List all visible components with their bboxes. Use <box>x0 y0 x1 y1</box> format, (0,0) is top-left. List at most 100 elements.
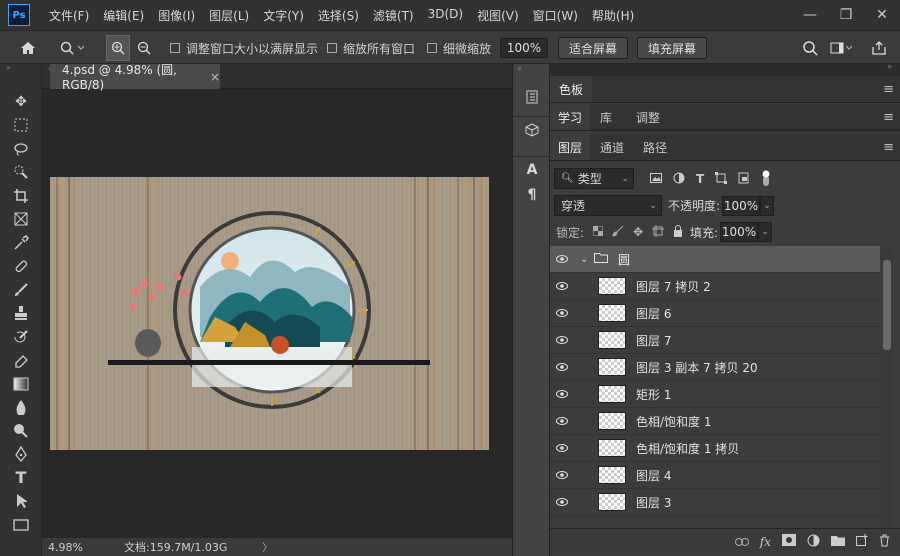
add-mask-icon[interactable] <box>782 534 796 549</box>
menu-item[interactable]: 选择(S) <box>311 7 366 24</box>
search-icon[interactable] <box>802 31 818 65</box>
fill-screen-button[interactable]: 填充屏幕 <box>637 37 708 59</box>
lock-all-icon[interactable] <box>673 224 683 240</box>
minimize-button[interactable]: — <box>792 0 828 30</box>
group-layer-row[interactable]: ⌄ 圆 <box>550 246 880 273</box>
tab-learn[interactable]: 学习 <box>550 104 590 130</box>
pen-tool-icon[interactable] <box>0 443 42 467</box>
menu-item[interactable]: 图像(I) <box>151 7 202 24</box>
zoom-percent-field[interactable]: 100% <box>500 38 548 58</box>
restore-button[interactable]: ❐ <box>828 0 864 30</box>
clone-stamp-icon[interactable] <box>0 302 42 326</box>
panel-menu-icon[interactable]: ≡ <box>883 82 894 97</box>
menu-item[interactable]: 视图(V) <box>470 7 526 24</box>
opacity-field[interactable]: 100% <box>722 195 761 216</box>
photoshop-logo[interactable]: Ps <box>8 4 30 26</box>
type-tool-icon[interactable]: T <box>0 466 42 490</box>
visibility-eye-icon[interactable] <box>550 441 574 455</box>
tab-adjustments[interactable]: 调整 <box>636 104 660 130</box>
visibility-eye-icon[interactable] <box>550 306 574 320</box>
layer-thumbnail[interactable] <box>598 385 626 403</box>
new-group-icon[interactable] <box>831 535 845 549</box>
healing-brush-icon[interactable] <box>0 255 42 279</box>
lasso-tool-icon[interactable] <box>0 137 42 161</box>
layer-thumbnail[interactable] <box>598 331 626 349</box>
visibility-eye-icon[interactable] <box>550 333 574 347</box>
blur-tool-icon[interactable] <box>0 396 42 420</box>
share-icon[interactable] <box>871 31 887 65</box>
layer-row[interactable]: 色相/饱和度 1 拷贝 <box>550 435 880 462</box>
crop-tool-icon[interactable] <box>0 184 42 208</box>
fill-dropdown-icon[interactable]: ⌄ <box>758 222 773 242</box>
zoom-in-icon[interactable] <box>106 35 130 61</box>
eyedropper-icon[interactable] <box>0 231 42 255</box>
visibility-eye-icon[interactable] <box>550 468 574 482</box>
history-brush-icon[interactable] <box>0 325 42 349</box>
new-adjustment-icon[interactable] <box>807 534 820 550</box>
document-canvas[interactable] <box>50 177 489 450</box>
tab-close-icon[interactable]: × <box>210 70 220 84</box>
tab-layers[interactable]: 图层 <box>550 134 590 160</box>
layer-row[interactable]: 图层 3 <box>550 489 880 516</box>
smart-object-filter-icon[interactable] <box>738 172 750 187</box>
fx-icon[interactable]: fx <box>760 535 771 549</box>
lock-position-icon[interactable]: ✥ <box>633 225 643 239</box>
tab-swatches[interactable]: 色板 <box>550 76 592 102</box>
menu-item[interactable]: 文字(Y) <box>256 7 311 24</box>
layer-thumbnail[interactable] <box>598 439 626 457</box>
dodge-tool-icon[interactable] <box>0 419 42 443</box>
layer-thumbnail[interactable] <box>598 493 626 511</box>
history-icon[interactable] <box>513 84 551 110</box>
lock-image-icon[interactable] <box>612 225 624 240</box>
chevron-down-icon[interactable]: ⌄ <box>580 254 588 265</box>
layer-row[interactable]: 色相/饱和度 1 <box>550 408 880 435</box>
collapse-icon[interactable]: » <box>887 62 892 71</box>
home-icon[interactable] <box>20 31 36 65</box>
brush-tool-icon[interactable] <box>0 278 42 302</box>
panel-menu-icon[interactable]: ≡ <box>883 110 894 125</box>
link-layers-icon[interactable] <box>734 535 749 549</box>
tab-channels[interactable]: 通道 <box>600 134 624 160</box>
zoom-tool-preset-icon[interactable] <box>60 31 84 65</box>
layer-row[interactable]: 图层 6 <box>550 300 880 327</box>
eraser-tool-icon[interactable] <box>0 349 42 373</box>
move-tool-icon[interactable]: ✥ <box>0 90 42 114</box>
collapse-icon[interactable]: » <box>0 64 41 72</box>
menu-item[interactable]: 滤镜(T) <box>366 7 421 24</box>
paragraph-icon[interactable]: ¶ <box>513 182 551 208</box>
checkbox-box[interactable] <box>427 43 437 53</box>
panel-menu-icon[interactable]: ≡ <box>883 140 894 155</box>
fill-field[interactable]: 100% <box>720 222 759 242</box>
rectangle-tool-icon[interactable] <box>0 513 42 537</box>
layer-thumbnail[interactable] <box>598 304 626 322</box>
layer-thumbnail[interactable] <box>598 466 626 484</box>
filter-toggle-icon[interactable] <box>761 170 771 189</box>
character-icon[interactable]: A <box>513 156 551 182</box>
lock-artboard-icon[interactable] <box>652 224 665 240</box>
frame-tool-icon[interactable] <box>0 208 42 232</box>
resize-windows-checkbox[interactable]: 调整窗口大小以满屏显示 <box>170 31 318 65</box>
checkbox-box[interactable] <box>327 43 337 53</box>
quick-selection-icon[interactable] <box>0 161 42 185</box>
status-menu-arrow[interactable]: 〉 <box>262 539 273 555</box>
visibility-eye-icon[interactable] <box>550 252 574 266</box>
lock-transparent-icon[interactable] <box>592 225 604 239</box>
opacity-dropdown-icon[interactable]: ⌄ <box>760 195 775 216</box>
layer-row[interactable]: 图层 7 拷贝 2 <box>550 273 880 300</box>
visibility-eye-icon[interactable] <box>550 279 574 293</box>
fit-screen-button[interactable]: 适合屏幕 <box>558 37 629 59</box>
filter-kind-dropdown[interactable]: 🔍︎ 类型 ⌄ <box>554 168 634 189</box>
checkbox-box[interactable] <box>170 43 180 53</box>
zoom-all-windows-checkbox[interactable]: 缩放所有窗口 <box>327 31 415 65</box>
layer-thumbnail[interactable] <box>598 277 626 295</box>
blend-mode-dropdown[interactable]: 穿透 ⌄ <box>554 195 662 216</box>
pixel-filter-icon[interactable] <box>650 172 662 186</box>
gradient-tool-icon[interactable] <box>0 372 42 396</box>
tab-paths[interactable]: 路径 <box>643 134 667 160</box>
zoom-out-icon[interactable] <box>137 31 151 65</box>
menu-item[interactable]: 帮助(H) <box>585 7 641 24</box>
delete-layer-icon[interactable] <box>879 534 890 550</box>
collapse-icon[interactable]: « <box>513 64 549 78</box>
zoom-level[interactable]: 4.98% <box>48 541 108 554</box>
layer-row[interactable]: 图层 4 <box>550 462 880 489</box>
